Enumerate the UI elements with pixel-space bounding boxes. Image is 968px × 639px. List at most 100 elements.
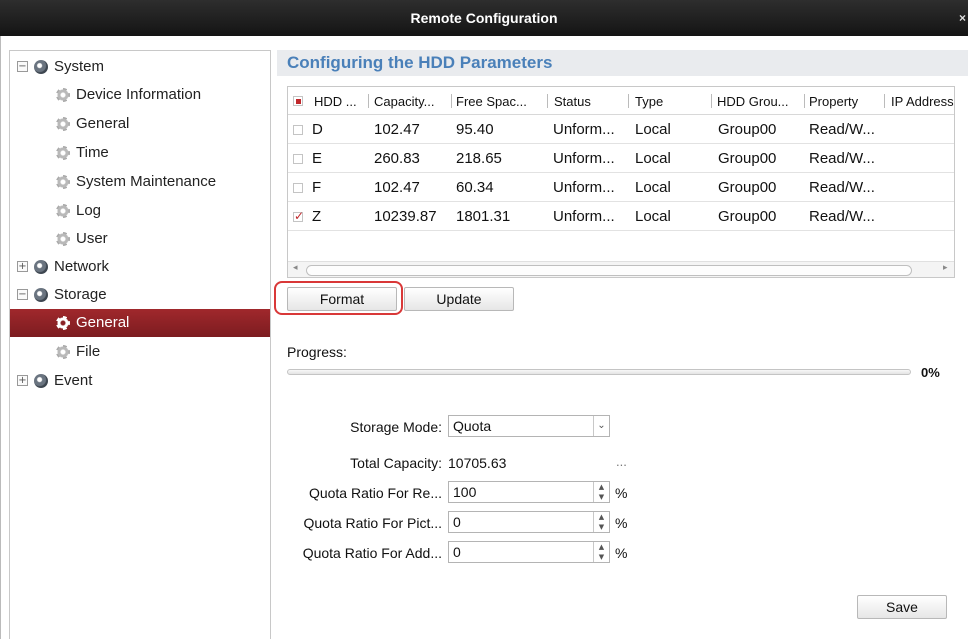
tree-label: Storage (54, 286, 107, 303)
tree-label: File (76, 343, 101, 360)
close-icon[interactable]: × (959, 0, 966, 36)
tree-item-time[interactable]: Time (10, 139, 270, 167)
title-bar: Remote Configuration × (0, 0, 968, 36)
quota-additional-stepper[interactable]: 0 ▲ ▼ (448, 541, 610, 563)
column-header-property[interactable]: Property (809, 94, 858, 109)
tree-label: System (54, 58, 105, 75)
collapse-icon[interactable]: − (17, 61, 28, 72)
tree-item-file[interactable]: File (10, 338, 270, 366)
update-button[interactable]: Update (404, 287, 514, 311)
tree-item-log[interactable]: Log (10, 197, 270, 225)
gear-icon (56, 345, 70, 359)
column-header-free-space[interactable]: Free Spac... (456, 94, 527, 109)
tree-label: General (76, 314, 130, 331)
tree-item-storage-general[interactable]: General (10, 309, 270, 337)
expand-icon[interactable]: + (17, 261, 28, 272)
chevron-down-icon[interactable]: ⌄ (593, 416, 609, 436)
cell-capacity: 10239.87 (374, 208, 437, 225)
horizontal-scrollbar[interactable]: ◂ ▸ (288, 261, 954, 277)
cell-type: Local (635, 121, 671, 138)
table-row[interactable]: D 102.47 95.40 Unform... Local Group00 R… (288, 116, 954, 144)
tree-label: Network (54, 258, 110, 275)
column-header-type[interactable]: Type (635, 94, 663, 109)
storage-mode-label: Storage Mode: (350, 419, 442, 435)
tree-item-general[interactable]: General (10, 110, 270, 138)
table-header: HDD ... Capacity... Free Spac... Status … (288, 87, 954, 115)
tree-node-system[interactable]: − System (10, 53, 270, 81)
scroll-right-icon[interactable]: ▸ (943, 263, 948, 273)
cell-hdd: D (312, 121, 323, 138)
gear-icon (56, 146, 70, 160)
cell-hdd-group: Group00 (718, 179, 777, 196)
hdd-table: HDD ... Capacity... Free Spac... Status … (287, 86, 955, 278)
spin-buttons[interactable]: ▲ ▼ (593, 542, 609, 562)
tree-label: User (76, 230, 108, 247)
tree-node-storage[interactable]: − Storage (10, 281, 270, 309)
tree-item-user[interactable]: User (10, 225, 270, 253)
quota-record-stepper[interactable]: 100 ▲ ▼ (448, 481, 610, 503)
scroll-left-icon[interactable]: ◂ (293, 263, 298, 273)
cell-free-space: 1801.31 (456, 208, 511, 225)
column-header-hdd[interactable]: HDD ... (314, 94, 357, 109)
tree-label: General (76, 115, 130, 132)
page-title: Configuring the HDD Parameters (277, 50, 968, 76)
tree-item-system-maintenance[interactable]: System Maintenance (10, 168, 270, 196)
select-all-checkbox[interactable] (293, 96, 303, 106)
cell-capacity: 260.83 (374, 150, 420, 167)
tree-item-device-information[interactable]: Device Information (10, 81, 270, 109)
tree-node-event[interactable]: + Event (10, 367, 270, 395)
tree-label: Device Information (76, 86, 202, 103)
column-header-capacity[interactable]: Capacity... (374, 94, 434, 109)
save-button[interactable]: Save (857, 595, 947, 619)
cell-status: Unform... (553, 179, 615, 196)
spin-down-icon: ▼ (598, 523, 605, 531)
column-header-ip-address[interactable]: IP Address (891, 94, 954, 109)
quota-picture-unit: % (615, 515, 628, 531)
row-checkbox[interactable] (293, 125, 303, 135)
spin-buttons[interactable]: ▲ ▼ (593, 482, 609, 502)
cell-type: Local (635, 179, 671, 196)
spin-down-icon: ▼ (598, 553, 605, 561)
tree-node-network[interactable]: + Network (10, 253, 270, 281)
column-header-status[interactable]: Status (554, 94, 591, 109)
table-row[interactable]: E 260.83 218.65 Unform... Local Group00 … (288, 145, 954, 173)
table-row[interactable]: F 102.47 60.34 Unform... Local Group00 R… (288, 174, 954, 202)
cell-hdd-group: Group00 (718, 208, 777, 225)
collapse-icon[interactable]: − (17, 289, 28, 300)
group-icon (34, 260, 48, 274)
scrollbar-thumb[interactable] (306, 265, 912, 276)
quota-picture-label: Quota Ratio For Pict... (303, 515, 443, 531)
cell-type: Local (635, 150, 671, 167)
quota-picture-stepper[interactable]: 0 ▲ ▼ (448, 511, 610, 533)
column-header-hdd-group[interactable]: HDD Grou... (717, 94, 789, 109)
gear-icon (56, 204, 70, 218)
row-checkbox[interactable] (293, 209, 304, 223)
cell-hdd-group: Group00 (718, 121, 777, 138)
cell-hdd: E (312, 150, 323, 167)
cell-free-space: 218.65 (456, 150, 502, 167)
row-checkbox[interactable] (293, 154, 303, 164)
cell-status: Unform... (553, 208, 615, 225)
group-icon (34, 288, 48, 302)
expand-icon[interactable]: + (17, 375, 28, 386)
cell-capacity: 102.47 (374, 121, 420, 138)
progress-bar (287, 369, 911, 375)
row-checkbox[interactable] (293, 183, 303, 193)
spin-down-icon: ▼ (598, 493, 605, 501)
format-button[interactable]: Format (287, 287, 397, 311)
cell-type: Local (635, 208, 671, 225)
storage-mode-select[interactable]: Quota ⌄ (448, 415, 610, 437)
spin-buttons[interactable]: ▲ ▼ (593, 512, 609, 532)
cell-capacity: 102.47 (374, 179, 420, 196)
table-row[interactable]: Z 10239.87 1801.31 Unform... Local Group… (288, 203, 954, 231)
cell-property: Read/W... (809, 121, 875, 138)
gear-icon (56, 88, 70, 102)
quota-record-unit: % (615, 485, 628, 501)
gear-icon (56, 232, 70, 246)
spin-up-icon: ▲ (598, 543, 605, 551)
progress-label: Progress: (287, 344, 347, 360)
window-title: Remote Configuration (410, 10, 558, 26)
spin-up-icon: ▲ (598, 513, 605, 521)
cell-free-space: 95.40 (456, 121, 494, 138)
tree-label: System Maintenance (76, 173, 217, 190)
